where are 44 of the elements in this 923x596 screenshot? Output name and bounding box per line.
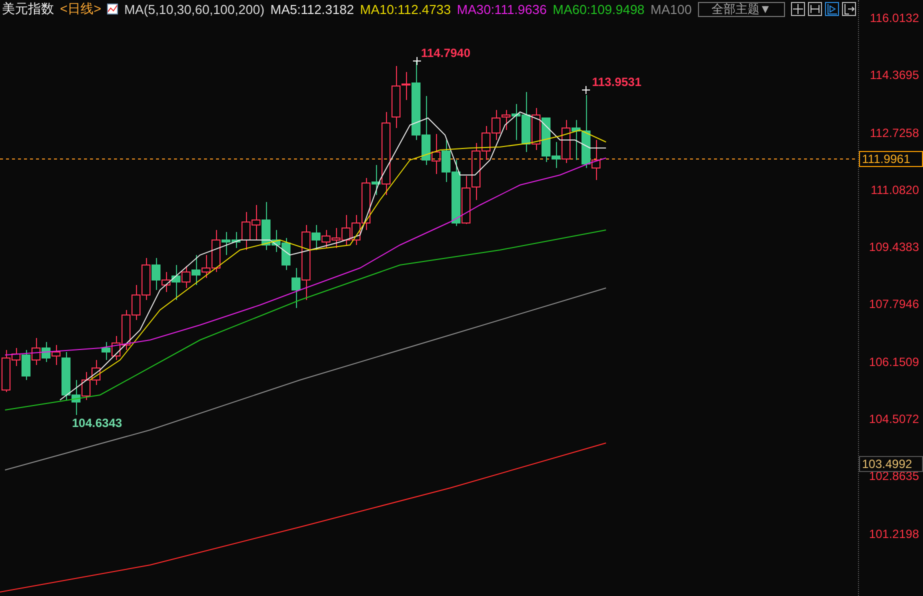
candlestick: [462, 176, 470, 224]
price-annotation: 114.7940: [421, 46, 470, 60]
candlestick: [32, 338, 40, 366]
theme-dropdown[interactable]: 全部主题▼: [698, 2, 785, 16]
candlestick: [92, 360, 100, 386]
chart-icon: [107, 3, 118, 15]
moving-average-reading: MA30:111.9636: [456, 2, 547, 16]
candlestick: [132, 284, 140, 320]
candlestick: [72, 380, 80, 416]
high-marker-icon: [412, 56, 422, 66]
fit-tool-button[interactable]: [808, 2, 822, 16]
exit-tool-button[interactable]: [842, 2, 856, 16]
price-axis-label: 111.0820: [870, 182, 919, 197]
moving-average-reading: MA5:112.3182: [270, 2, 354, 16]
candlestick: [102, 342, 110, 360]
moving-average-reading: MA60:109.9498: [552, 2, 645, 16]
candlestick: [322, 230, 330, 248]
candlestick: [252, 204, 260, 240]
price-tag: 103.4992: [859, 456, 923, 472]
price-annotation: 113.9531: [592, 75, 642, 89]
candlestick: [192, 254, 200, 286]
price-axis-label: 116.0132: [870, 11, 919, 25]
moving-average-reading: MA10:112.4733: [360, 2, 451, 16]
price-axis-label: 109.4383: [868, 240, 919, 254]
price-annotation: 104.6343: [72, 416, 122, 430]
moving-average-reading: MA100: [650, 2, 692, 16]
candlestick: [142, 258, 150, 300]
price-axis-label: 102.8635: [868, 469, 919, 484]
period-label[interactable]: <日线>: [60, 0, 102, 18]
price-axis-label: 114.3695: [870, 68, 919, 82]
candlestick: [82, 372, 90, 400]
candlestick: [42, 342, 50, 362]
crosshair-tool-button[interactable]: [791, 2, 805, 16]
price-axis-label: 107.7946: [868, 297, 919, 312]
candlestick: [532, 108, 540, 150]
symbol-title: 美元指数: [2, 0, 54, 18]
high-marker-icon: [582, 86, 590, 94]
price-axis-label: 112.7258: [870, 126, 919, 140]
price-axis-label: 101.2198: [868, 526, 919, 541]
price-axis-label: 104.5072: [868, 412, 919, 426]
play-tool-button[interactable]: [825, 2, 839, 16]
indicator-label: MA(5,10,30,60,100,200): [124, 2, 264, 16]
price-tag: 111.9961: [859, 151, 923, 167]
price-axis-label: 106.1509: [868, 354, 919, 369]
